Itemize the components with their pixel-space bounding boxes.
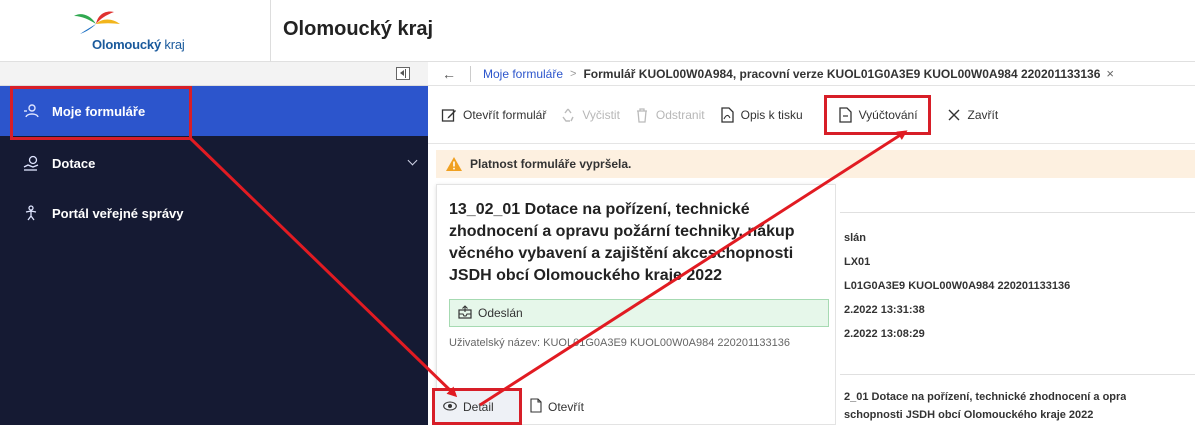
logo-text: Olomoucký kraj (92, 37, 185, 52)
edit-icon (441, 107, 457, 123)
breadcrumb-divider (470, 65, 471, 82)
clear-button[interactable]: Vyčistit (553, 100, 627, 130)
app-header: Olomoucký kraj Olomoucký kraj (0, 0, 1195, 62)
warning-banner: Platnost formuláře vypršela. (436, 150, 1195, 178)
collapse-sidebar-icon[interactable] (396, 67, 410, 80)
close-icon (946, 107, 962, 123)
billing-label: Vyúčtování (858, 108, 918, 122)
document-icon (837, 107, 853, 123)
detail-form-name-line2: schopnosti JSDH obcí Olomouckého kraje 2… (844, 409, 1094, 421)
breadcrumb-chevron-icon: > (570, 67, 577, 80)
close-button[interactable]: Zavřít (939, 100, 1006, 130)
breadcrumb-current: Formulář KUOL00W0A984, pracovní verze KU… (583, 66, 1101, 81)
document-icon (530, 398, 542, 416)
print-copy-button[interactable]: Opis k tisku (712, 100, 810, 130)
detail-code: LX01 (844, 256, 871, 268)
page-title: Olomoucký kraj (283, 18, 434, 40)
olomoucky-kraj-logo-icon (74, 11, 120, 34)
detail-form-name-line1: 2_01 Dotace na pořízení, technické zhodn… (844, 391, 1127, 403)
close-tab-icon[interactable]: × (1106, 66, 1114, 81)
user-name-text: Uživatelský název: KUOL01G0A3E9 KUOL00W0… (449, 337, 791, 349)
open-button[interactable]: Otevřít (530, 396, 584, 418)
detail-button[interactable]: Detail (432, 388, 522, 425)
pdf-icon (719, 107, 735, 123)
detail-identifier: L01G0A3E9 KUOL00W0A984 220201133136 (844, 280, 1071, 292)
sidebar-topbar (0, 62, 428, 86)
open-form-button[interactable]: Otevřít formulář (434, 100, 553, 130)
form-title: 13_02_01 Dotace na pořízení, technické z… (449, 201, 795, 284)
eye-icon (443, 400, 457, 414)
open-form-label: Otevřít formulář (463, 108, 547, 122)
detail-divider (840, 212, 1195, 213)
sent-inbox-icon (458, 304, 472, 322)
close-label: Zavřít (967, 108, 999, 122)
open-label: Otevřít (548, 400, 585, 414)
sidebar-item-label: Portál veřejné správy (52, 205, 184, 221)
detail-label: Detail (463, 399, 494, 414)
detail-divider (840, 374, 1195, 375)
chevron-down-icon (407, 155, 418, 166)
sidebar-item-portal[interactable]: Portál veřejné správy (0, 188, 428, 238)
warning-icon (446, 157, 462, 171)
delete-button[interactable]: Odstranit (627, 100, 712, 130)
toolbar: Otevřít formulář Vyčistit Odstranit Opis… (428, 87, 1195, 144)
back-arrow-icon[interactable]: ← (442, 66, 456, 82)
warning-text: Platnost formuláře vypršela. (470, 157, 632, 171)
detail-date-1: 2.2022 13:31:38 (844, 304, 925, 316)
print-copy-label: Opis k tisku (740, 108, 803, 122)
detail-date-2: 2.2022 13:08:29 (844, 328, 925, 340)
logo[interactable]: Olomoucký kraj (0, 0, 270, 62)
detail-status: slán (844, 232, 867, 244)
money-hand-icon (22, 154, 40, 172)
header-divider (270, 0, 271, 62)
delete-label: Odstranit (655, 108, 705, 122)
breadcrumb: ← Moje formuláře > Formulář KUOL00W0A984… (428, 62, 1195, 86)
breadcrumb-link-moje-formulare[interactable]: Moje formuláře (483, 67, 563, 81)
billing-button[interactable]: Vyúčtování (823, 95, 931, 135)
sidebar-item-dotace[interactable]: Dotace (0, 138, 428, 188)
status-text: Odeslán (478, 306, 523, 320)
highlight-box (10, 86, 192, 140)
detail-panel: slán LX01 L01G0A3E9 KUOL00W0A984 2202011… (836, 184, 1195, 425)
recycle-icon (560, 107, 576, 123)
portal-figure-icon (22, 204, 40, 222)
clear-label: Vyčistit (582, 108, 620, 122)
trash-icon (634, 107, 650, 123)
sidebar-item-label: Dotace (52, 155, 96, 171)
status-badge: Odeslán (449, 299, 829, 327)
